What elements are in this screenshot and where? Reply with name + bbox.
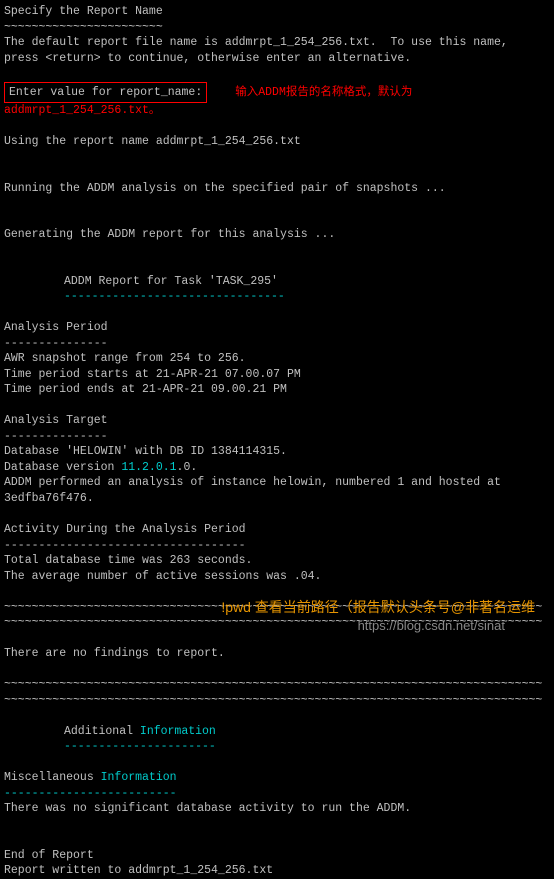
analysis-period-header: Analysis Period	[4, 320, 550, 336]
addm-report-header-dash: --------------------------------	[64, 289, 550, 305]
addm-host-line: 3edfba76f476.	[4, 491, 550, 507]
information-link: Information	[101, 771, 177, 784]
time-start-line: Time period starts at 21-APR-21 07.00.07…	[4, 367, 550, 383]
avg-sessions-line: The average number of active sessions wa…	[4, 569, 550, 585]
database-id-line: Database 'HELOWIN' with DB ID 1384114315…	[4, 444, 550, 460]
misc-info-dash: -------------------------	[4, 786, 550, 802]
tilde-divider: ~~~~~~~~~~~~~~~~~~~~~~~~~~~~~~~~~~~~~~~~…	[4, 693, 550, 709]
version-number: 11.2.0.1	[121, 461, 176, 474]
tilde-divider: ~~~~~~~~~~~~~~~~~~~~~~~~~~~~~~~~~~~~~~~~…	[4, 677, 550, 693]
watermark-url: https://blog.csdn.net/sinat	[358, 617, 505, 635]
generating-report-line: Generating the ADDM report for this anal…	[4, 227, 550, 243]
addm-instance-line: ADDM performed an analysis of instance h…	[4, 475, 550, 491]
report-written-line: Report written to addmrpt_1_254_256.txt	[4, 863, 550, 879]
time-end-line: Time period ends at 21-APR-21 09.00.21 P…	[4, 382, 550, 398]
activity-period-dash: -----------------------------------	[4, 538, 550, 554]
additional-info-header: Additional Information	[64, 724, 550, 740]
heading-line: Specify the Report Name	[4, 4, 550, 20]
analysis-target-header: Analysis Target	[4, 413, 550, 429]
default-name-line: The default report file name is addmrpt_…	[4, 35, 550, 51]
analysis-period-dash: ---------------	[4, 336, 550, 352]
watermark-annotation: !pwd 查看当前路径（报告默认头条号@非著名运维	[221, 598, 535, 617]
database-version-line: Database version 11.2.0.1.0.	[4, 460, 550, 476]
activity-period-header: Activity During the Analysis Period	[4, 522, 550, 538]
using-report-name: Using the report name addmrpt_1_254_256.…	[4, 134, 550, 150]
additional-info-dash: ----------------------	[64, 739, 550, 755]
no-activity-line: There was no significant database activi…	[4, 801, 550, 817]
awr-range-line: AWR snapshot range from 254 to 256.	[4, 351, 550, 367]
running-analysis-line: Running the ADDM analysis on the specifi…	[4, 181, 550, 197]
press-return-line: press <return> to continue, otherwise en…	[4, 51, 550, 67]
addm-report-header: ADDM Report for Task 'TASK_295'	[64, 274, 550, 290]
information-link: Information	[140, 725, 216, 738]
prompt-row: Enter value for report_name:输入ADDM报告的名称格…	[4, 82, 550, 119]
no-findings-line: There are no findings to report.	[4, 646, 550, 662]
total-db-time-line: Total database time was 263 seconds.	[4, 553, 550, 569]
report-name-prompt[interactable]: Enter value for report_name:	[4, 82, 207, 104]
misc-info-header: Miscellaneous Information	[4, 770, 550, 786]
end-of-report-line: End of Report	[4, 848, 550, 864]
heading-dashes: ~~~~~~~~~~~~~~~~~~~~~~~	[4, 20, 550, 36]
analysis-target-dash: ---------------	[4, 429, 550, 445]
